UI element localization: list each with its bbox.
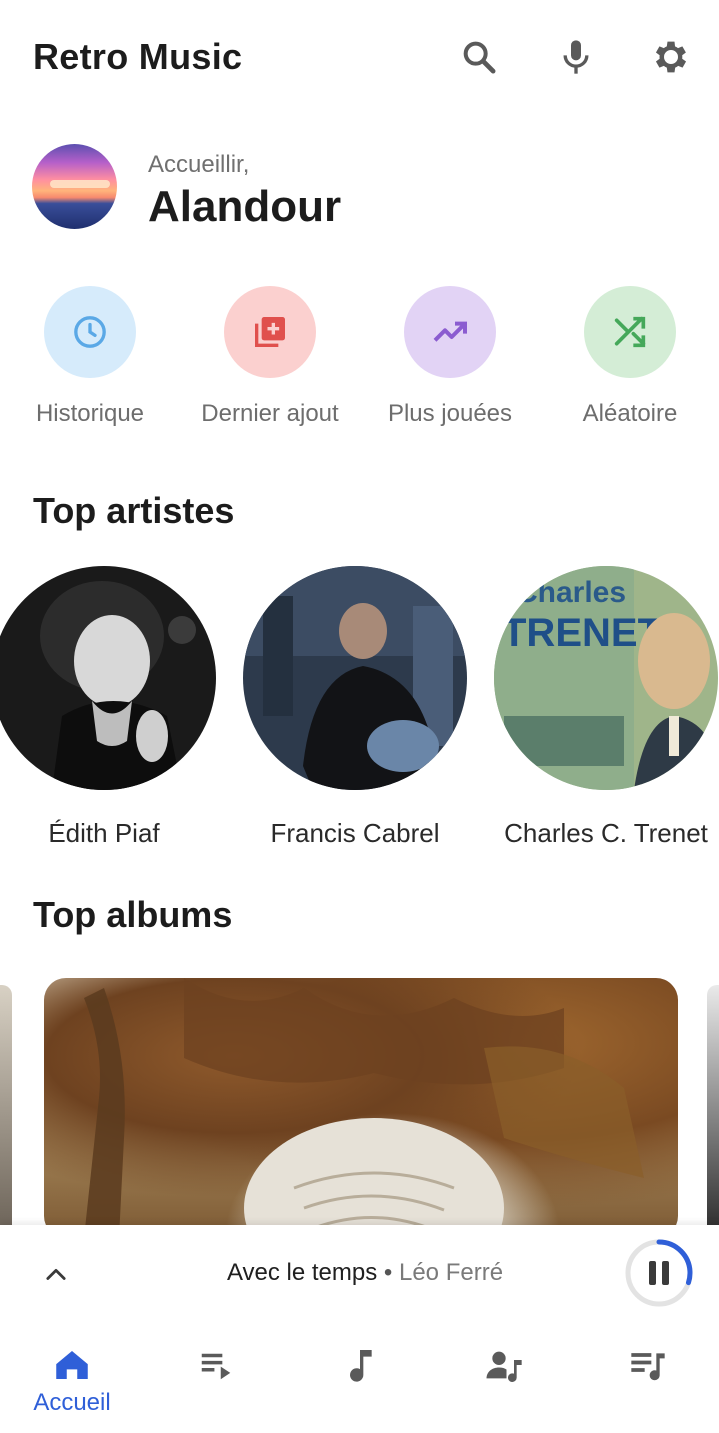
play-pause-button[interactable] (623, 1237, 695, 1309)
avatar[interactable] (32, 144, 117, 229)
artist-image (243, 566, 467, 790)
nav-item-label: Accueil (33, 1389, 111, 1416)
playlist-icon (194, 1343, 238, 1387)
now-playing-text: Avec le temps • Léo Ferré (110, 1259, 620, 1287)
album-card[interactable] (44, 978, 678, 1238)
now-playing-artist: Léo Ferré (398, 1259, 504, 1286)
quick-action-label: Dernier ajout (201, 400, 339, 427)
quick-action-history[interactable]: Historique (0, 286, 180, 436)
top-app-bar: Retro Music (0, 0, 719, 118)
svg-text:TRENET: TRENET (502, 611, 662, 655)
now-playing-separator: • (383, 1259, 393, 1286)
section-title-top-artists: Top artistes (33, 490, 235, 531)
microphone-icon[interactable] (553, 34, 599, 80)
history-clock-icon (44, 286, 136, 378)
section-title-top-albums: Top albums (33, 894, 233, 935)
greeting-subtitle: Accueillir, (148, 151, 250, 178)
mini-player[interactable]: Avec le temps • Léo Ferré (0, 1225, 719, 1323)
home-icon (50, 1343, 94, 1387)
artist-name: Francis Cabrel (270, 818, 440, 848)
nav-item-songs[interactable] (288, 1323, 432, 1433)
svg-text:Charles: Charles (516, 576, 626, 609)
nav-item-playlists[interactable] (144, 1323, 288, 1433)
quick-action-most-played[interactable]: Plus jouées (360, 286, 540, 436)
search-icon[interactable] (456, 34, 502, 80)
shuffle-icon (584, 286, 676, 378)
trending-up-icon (404, 286, 496, 378)
artist-card-charles-trenet[interactable]: Charles TRENET Charles C. Trenet (494, 566, 719, 856)
artist-name: Édith Piaf (48, 818, 160, 848)
artist-image: Charles TRENET (494, 566, 718, 790)
greeting-block: Accueillir, Alandour (32, 144, 692, 234)
artist-card-francis-cabrel[interactable]: Francis Cabrel (243, 566, 469, 856)
nav-item-queue[interactable] (576, 1323, 719, 1433)
now-playing-song: Avec le temps (226, 1259, 378, 1286)
quick-action-shuffle[interactable]: Aléatoire (540, 286, 719, 436)
chevron-up-icon[interactable] (36, 1255, 76, 1295)
music-note-icon (338, 1343, 382, 1387)
album-card-previous[interactable] (0, 985, 12, 1235)
nav-item-artists[interactable] (432, 1323, 576, 1433)
quick-action-label: Plus jouées (387, 400, 513, 427)
artist-icon (482, 1343, 526, 1387)
greeting-user-name: Alandour (148, 182, 342, 231)
album-card-next[interactable] (707, 985, 719, 1235)
settings-gear-icon[interactable] (648, 34, 694, 80)
queue-music-icon (626, 1343, 670, 1387)
artist-name: Charles C. Trenet (504, 818, 708, 848)
nav-item-home[interactable]: Accueil (0, 1323, 144, 1433)
app-title: Retro Music (33, 36, 243, 77)
library-add-icon (224, 286, 316, 378)
artist-image (0, 566, 216, 790)
bottom-navigation: Accueil (0, 1323, 719, 1433)
quick-action-label: Historique (35, 400, 145, 427)
album-cover (84, 978, 644, 1238)
quick-action-last-added[interactable]: Dernier ajout (180, 286, 360, 436)
artist-card-edith-piaf[interactable]: Édith Piaf (0, 566, 218, 856)
pause-icon (649, 1261, 669, 1285)
quick-action-label: Aléatoire (582, 400, 678, 427)
